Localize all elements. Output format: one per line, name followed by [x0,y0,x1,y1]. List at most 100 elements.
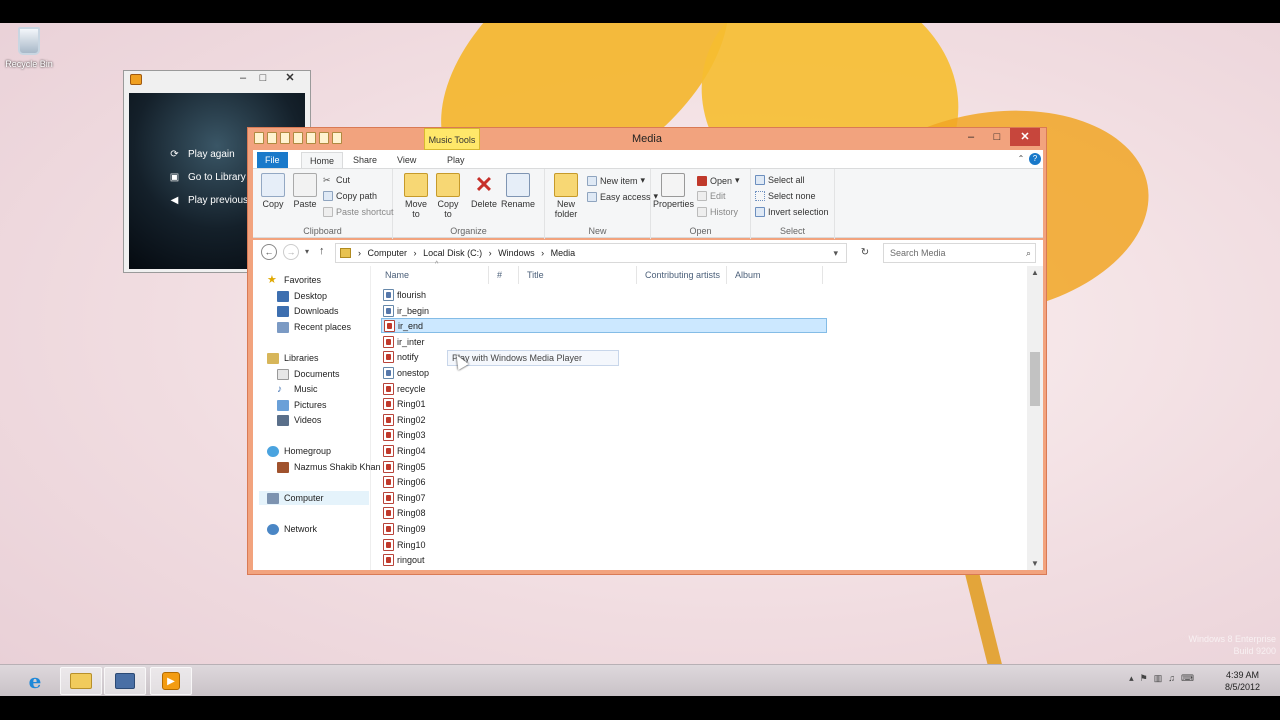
chevron-up-icon[interactable]: ▴ [1129,673,1134,684]
scroll-down-icon[interactable]: ▼ [1027,559,1043,568]
minimize-button[interactable]: – [958,128,984,146]
tab-file[interactable]: File [257,152,288,168]
invert-selection-button[interactable]: Invert selection [755,207,829,217]
nav-network[interactable]: Network [267,522,317,536]
list-item[interactable]: Ring09 [383,521,426,536]
breadcrumb-local-disk[interactable]: Local Disk (C:) [423,248,482,258]
list-item[interactable]: Ring06 [383,474,426,489]
list-item[interactable]: Ring07 [383,490,426,505]
nav-user[interactable]: Nazmus Shakib Khan [277,460,381,474]
new-folder-icon[interactable] [306,132,316,144]
folder-icon[interactable] [254,132,264,144]
nav-music[interactable]: ♪ Music [277,382,318,396]
copy-path-button[interactable]: Copy path [323,191,377,201]
vertical-scrollbar[interactable]: ▲ ▼ [1027,266,1043,570]
list-item[interactable]: Ring10 [383,537,426,552]
list-item[interactable]: ir_inter [383,334,425,349]
column-number[interactable]: # [489,266,519,284]
breadcrumb-media[interactable]: Media [551,248,576,258]
keyboard-icon[interactable]: ⌨ [1181,673,1194,684]
close-button[interactable]: ✕ [276,71,304,86]
column-contributing-artists[interactable]: Contributing artists [637,266,727,284]
file-explorer-button[interactable] [60,667,102,695]
breadcrumb-computer[interactable]: Computer [368,248,408,258]
nav-pictures[interactable]: Pictures [277,398,327,412]
search-icon[interactable]: ⌕ [1026,244,1031,262]
maximize-button[interactable]: □ [256,71,270,86]
nav-libraries[interactable]: Libraries [267,351,319,365]
rename-icon[interactable] [319,132,329,144]
undo-icon[interactable] [267,132,277,144]
list-item[interactable]: recycle [383,381,426,396]
forward-button[interactable]: → [283,244,299,260]
nav-documents[interactable]: Documents [277,367,340,381]
tab-home[interactable]: Home [301,152,344,168]
breadcrumb-windows[interactable]: Windows [498,248,535,258]
tab-share[interactable]: Share [345,152,385,168]
volume-icon[interactable]: ♫ [1168,673,1175,684]
select-all-button[interactable]: Select all [755,175,805,185]
media-player-button[interactable]: ▶ [150,667,192,695]
list-item[interactable]: Ring03 [383,427,426,442]
move-to-button[interactable]: Move to [401,173,431,219]
refresh-icon[interactable]: ↻ [857,245,873,261]
nav-computer[interactable]: Computer [259,491,369,505]
open-button[interactable]: Open ▾ [697,175,740,186]
properties-icon[interactable] [293,132,303,144]
scrollbar-thumb[interactable] [1030,352,1040,406]
close-button[interactable]: ✕ [1010,128,1040,146]
list-item[interactable]: ringout [383,552,425,567]
delete-button[interactable]: ✕ Delete [469,173,499,210]
list-item[interactable]: Ring08 [383,505,426,520]
list-item[interactable]: ir_begin [383,303,429,318]
address-dropdown-icon[interactable]: ▾ [833,244,838,262]
play-again-option[interactable]: ⟳ Play again [169,149,234,160]
nav-homegroup[interactable]: Homegroup [267,444,331,458]
paste-button[interactable]: Paste [291,173,319,209]
select-none-button[interactable]: Select none [755,191,816,201]
new-folder-button[interactable]: New folder [549,173,583,219]
network-app-button[interactable] [104,667,146,695]
list-item[interactable]: Ring01 [383,396,426,411]
redo-icon[interactable] [280,132,290,144]
list-item[interactable]: flourish [383,287,426,302]
cut-button[interactable]: ✂ Cut [323,175,350,185]
clock[interactable]: 4:39 AM 8/5/2012 [1225,669,1260,693]
nav-desktop[interactable]: Desktop [277,289,327,303]
action-center-flag-icon[interactable]: ⚑ [1140,673,1148,684]
internet-explorer-button[interactable]: e [14,667,56,695]
copy-to-button[interactable]: Copy to [433,173,463,219]
collapse-ribbon-icon[interactable]: ⌃ [1015,153,1027,165]
search-input[interactable]: Search Media ⌕ [883,243,1036,263]
list-item[interactable]: Ring04 [383,443,426,458]
play-previous-option[interactable]: ◀ Play previous [169,195,248,206]
back-button[interactable]: ← [261,244,277,260]
new-item-button[interactable]: New item ▾ [587,175,645,186]
properties-button[interactable]: Properties [653,173,694,209]
minimize-button[interactable]: – [236,71,250,86]
list-item[interactable]: Ring05 [383,459,426,474]
easy-access-button[interactable]: Easy access ▾ [587,191,658,202]
maximize-button[interactable]: □ [984,128,1010,146]
history-button[interactable]: History [697,207,738,217]
column-name[interactable]: Name [377,266,489,284]
recycle-bin[interactable]: Recycle Bin [4,27,54,69]
breadcrumb[interactable]: › Computer › Local Disk (C:) › Windows ›… [335,243,847,263]
nav-videos[interactable]: Videos [277,413,321,427]
list-item[interactable]: notify [383,349,419,364]
column-album[interactable]: Album [727,266,823,284]
list-item[interactable]: Ring02 [383,412,426,427]
tab-play[interactable]: Play [439,152,473,168]
paste-shortcut-button[interactable]: Paste shortcut [323,207,394,217]
network-icon[interactable]: ▥ [1154,673,1163,684]
rename-button[interactable]: Rename [501,173,535,209]
list-item-selected[interactable]: ir_end [381,318,827,333]
scroll-up-icon[interactable]: ▲ [1027,268,1043,277]
nav-favorites[interactable]: ★ Favorites [267,273,321,287]
nav-downloads[interactable]: Downloads [277,304,339,318]
tab-view[interactable]: View [389,152,424,168]
edit-button[interactable]: Edit [697,191,726,201]
delete-icon[interactable] [332,132,342,144]
nav-recent-places[interactable]: Recent places [277,320,351,334]
copy-button[interactable]: Copy [259,173,287,209]
